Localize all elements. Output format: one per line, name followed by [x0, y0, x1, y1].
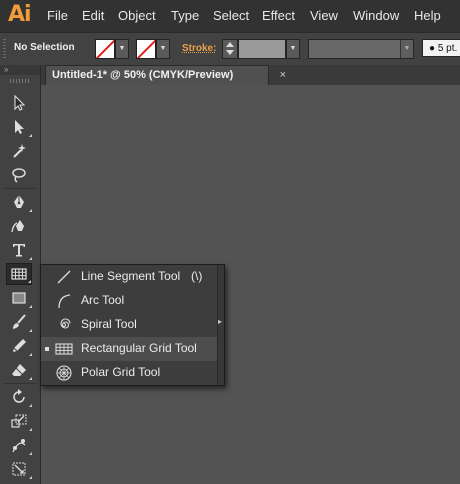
- tool-separator: [4, 383, 36, 384]
- rotate-icon: [13, 389, 25, 403]
- puppet-warp-tool[interactable]: [6, 434, 32, 456]
- curvature-tool[interactable]: [6, 215, 32, 237]
- curvature-pen-icon: [11, 220, 24, 233]
- stroke-dropdown[interactable]: ▼: [156, 39, 170, 59]
- rectangular-grid-icon: [55, 343, 73, 355]
- variable-width-profile[interactable]: ▼: [308, 39, 414, 59]
- direct-selection-tool[interactable]: [6, 116, 32, 138]
- tearoff-arrow-icon: ▸: [218, 317, 223, 326]
- direct-selection-arrow-icon: [15, 120, 24, 134]
- arc-icon: [58, 294, 71, 309]
- chevron-down-icon[interactable]: [226, 50, 234, 55]
- flyout-item-label: Rectangular Grid Tool: [81, 341, 197, 355]
- rectangular-grid-icon: [11, 268, 27, 280]
- rotate-tool[interactable]: [6, 386, 32, 408]
- puppet-warp-icon: [12, 439, 26, 453]
- stroke-label[interactable]: Stroke:: [182, 43, 216, 54]
- menu-window[interactable]: Window: [353, 8, 399, 23]
- pen-tool[interactable]: [6, 191, 32, 213]
- pencil-icon: [13, 339, 26, 352]
- menu-edit[interactable]: Edit: [82, 8, 104, 23]
- flyout-item-label: Polar Grid Tool: [81, 365, 161, 379]
- menu-file[interactable]: File: [47, 8, 68, 23]
- document-tab[interactable]: Untitled-1* @ 50% (CMYK/Preview) ×: [45, 65, 286, 85]
- type-t-icon: [13, 244, 25, 257]
- flyout-item-arc-tool[interactable]: Arc Tool: [41, 289, 217, 313]
- none-slash-icon: [137, 40, 155, 58]
- current-tool-marker: [45, 347, 49, 351]
- flyout-item-spiral-tool[interactable]: Spiral Tool: [41, 313, 217, 337]
- toolbox-collapse[interactable]: »: [0, 65, 40, 75]
- pencil-tool[interactable]: [6, 335, 32, 357]
- toolbox: »: [0, 65, 41, 484]
- menu-object[interactable]: Object: [118, 8, 156, 23]
- toolbox-grip[interactable]: [10, 79, 30, 83]
- lasso-tool[interactable]: [6, 164, 32, 186]
- magic-wand-icon: [13, 144, 26, 158]
- tool-separator: [4, 188, 36, 189]
- free-transform-tool[interactable]: [6, 458, 32, 480]
- eraser-tool[interactable]: [6, 359, 32, 381]
- flyout-item-line-segment-tool[interactable]: Line Segment Tool (\): [41, 265, 217, 289]
- flyout-tearoff[interactable]: ▸: [217, 265, 224, 385]
- rectangle-tool[interactable]: [6, 287, 32, 309]
- free-transform-icon: [12, 462, 26, 476]
- menu-help[interactable]: Help: [414, 8, 441, 23]
- brush-definition[interactable]: ● 5 pt. Round: [422, 39, 460, 57]
- menu-select[interactable]: Select: [213, 8, 249, 23]
- selection-arrow-icon: [14, 94, 26, 111]
- selection-status: No Selection: [14, 42, 75, 53]
- spiral-icon: [60, 318, 71, 329]
- document-tab-title: Untitled-1* @ 50% (CMYK/Preview): [52, 69, 234, 81]
- close-icon[interactable]: ×: [280, 66, 286, 85]
- control-bar-grip[interactable]: [3, 39, 6, 59]
- flyout-item-shortcut: (\): [191, 269, 203, 283]
- app-logo: Ai: [8, 2, 32, 27]
- rectangular-grid-tool[interactable]: [6, 263, 32, 285]
- flyout-item-label: Arc Tool: [81, 293, 125, 307]
- paintbrush-tool[interactable]: [6, 311, 32, 333]
- chevron-down-icon[interactable]: ▼: [400, 40, 413, 58]
- lasso-icon: [12, 168, 26, 183]
- type-tool[interactable]: [6, 239, 32, 261]
- menu-view[interactable]: View: [310, 8, 338, 23]
- control-bar: No Selection ▼ ▼ Stroke: ▼ ▼ ● 5 pt. Rou…: [0, 32, 460, 66]
- line-segment-icon: [57, 270, 71, 284]
- fill-dropdown[interactable]: ▼: [115, 39, 129, 59]
- menu-effect[interactable]: Effect: [262, 8, 295, 23]
- tool-flyout: Line Segment Tool (\) Arc Tool Spiral To…: [40, 264, 225, 386]
- scale-icon: [11, 414, 27, 428]
- stroke-weight-field[interactable]: [238, 39, 286, 59]
- magic-wand-tool[interactable]: [6, 140, 32, 162]
- stroke-weight-dropdown[interactable]: ▼: [286, 39, 300, 59]
- flyout-item-label: Line Segment Tool: [81, 269, 181, 283]
- eraser-icon: [12, 364, 26, 376]
- flyout-item-polar-grid-tool[interactable]: Polar Grid Tool: [41, 361, 217, 385]
- rectangle-icon: [12, 292, 26, 304]
- flyout-item-rectangular-grid-tool[interactable]: Rectangular Grid Tool: [41, 337, 217, 361]
- selection-tool[interactable]: [6, 92, 32, 114]
- stroke-swatch[interactable]: [136, 39, 156, 59]
- none-slash-icon: [96, 40, 114, 58]
- flyout-item-label: Spiral Tool: [81, 317, 137, 331]
- fill-swatch[interactable]: [95, 39, 115, 59]
- stroke-weight-stepper[interactable]: [222, 39, 238, 59]
- polar-grid-icon: [56, 365, 72, 381]
- chevron-up-icon[interactable]: [226, 42, 234, 47]
- pen-nib-icon: [14, 195, 24, 208]
- scale-tool[interactable]: [6, 410, 32, 432]
- menu-type[interactable]: Type: [171, 8, 199, 23]
- paintbrush-icon: [13, 314, 26, 329]
- menu-bar: Ai File Edit Object Type Select Effect V…: [0, 0, 460, 32]
- document-tab-bar: Untitled-1* @ 50% (CMYK/Preview) ×: [41, 65, 460, 85]
